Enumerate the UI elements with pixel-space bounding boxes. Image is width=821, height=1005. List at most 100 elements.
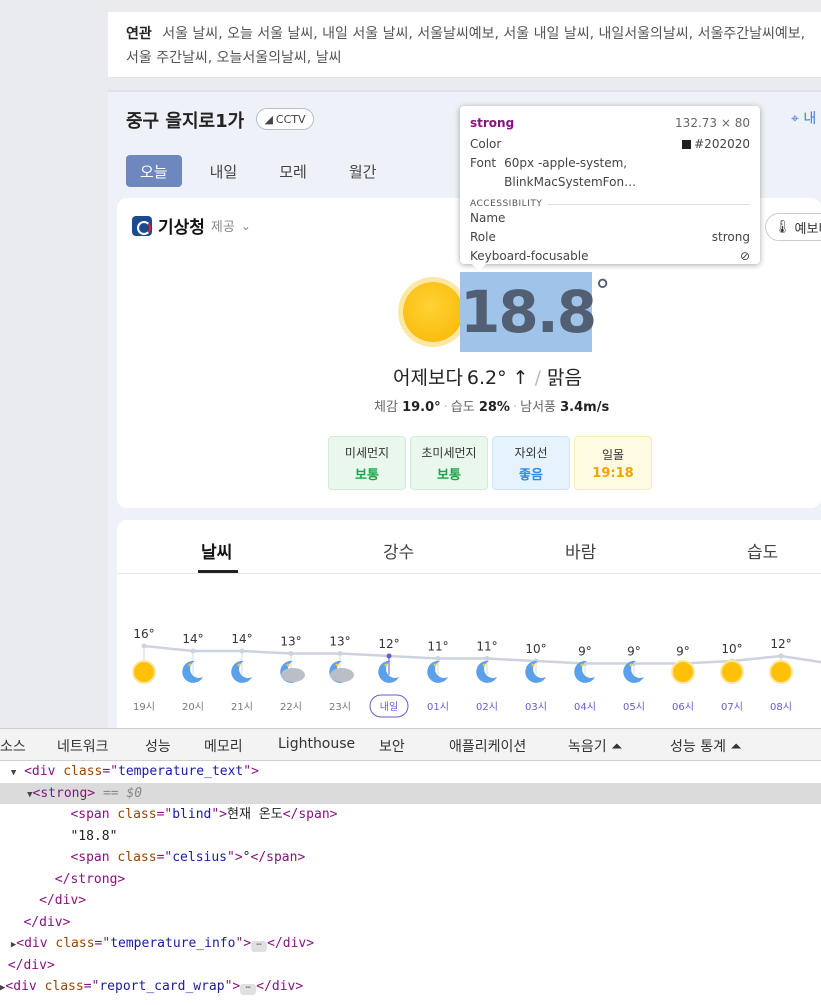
related-label: 연관 [126,26,152,42]
badge-value: 19:18 [592,465,634,481]
temperature-value: 18.8 [460,278,597,346]
hourly-tabs: 날씨 강수 바람 습도 [117,520,821,574]
tab-day-after[interactable]: 모레 [265,155,321,187]
agency-sub: 제공 [210,220,235,235]
tooltip-tag: strong [470,116,515,130]
tab-wind[interactable]: 바람 [565,538,596,563]
tab-tomorrow[interactable]: 내일 [196,155,252,187]
dom-node[interactable]: </div> [0,890,821,912]
temperature-label: 9° [578,645,592,659]
tooltip-name-label: Name [470,211,506,225]
wind-value: 3.4m/s [560,400,610,415]
elements-tree: ▼ <div class="temperature_text"> ▼<stron… [0,761,821,998]
tooltip-font-value: 60px -apple-system, BlinkMacSystemFon… [504,156,637,189]
temperature-point [239,648,245,654]
devtools-tabs: 소스 네트워크 성능 메모리 Lighthouse 보안 애플리케이션 녹음기 … [0,729,821,761]
tooltip-size: 132.73 × 80 [675,116,750,130]
temperature-point [386,653,392,659]
devtools-panel: 소스 네트워크 성능 메모리 Lighthouse 보안 애플리케이션 녹음기 … [0,728,821,1005]
active-tab-underline [198,570,238,573]
badge-value: 보통 [437,467,461,483]
related-links[interactable]: 서울 날씨, 오늘 서울 날씨, 내일 서울 날씨, 서울날씨예보, 서울 내일… [126,26,805,66]
hour-label: 07시 [721,701,743,713]
dom-node[interactable]: ▼ <div class="temperature_text"> [0,761,821,783]
cctv-button[interactable]: ◢ CCTV [256,108,314,130]
dom-node[interactable]: </div> [0,955,821,977]
badge-uv[interactable]: 자외선 좋음 [492,436,570,490]
current-location-button[interactable]: ⌖ 내 [791,108,816,128]
dom-node[interactable]: <span class="celsius">°</span> [0,847,821,869]
badge-value: 좋음 [519,467,543,483]
cctv-label: CCTV [275,112,306,126]
dom-node-selected[interactable]: ▼<strong> == $0 [0,782,821,804]
tab-today[interactable]: 오늘 [126,155,182,187]
dom-node[interactable]: "18.8" [0,826,821,848]
temperature-label: 12° [378,637,399,651]
badge-ultrafine-dust[interactable]: 초미세먼지 보통 [410,436,488,490]
current-location-label: 내 [803,111,817,127]
hour-label: 06시 [672,701,694,713]
tab-network[interactable]: 네트워크 [57,736,109,756]
tab-precipitation[interactable]: 강수 [383,538,414,563]
badge-fine-dust[interactable]: 미세먼지 보통 [328,436,406,490]
hour-label: 01시 [427,701,449,713]
tab-weather[interactable]: 날씨 [201,538,232,563]
sun-icon [132,660,156,684]
temperature-point [337,651,343,656]
tooltip-accessibility-label: ACCESSIBILITY [470,199,543,209]
kma-logo-icon [132,215,152,236]
temperature-label: 10° [525,642,546,656]
tab-memory[interactable]: 메모리 [204,736,243,756]
dom-node[interactable]: </div> [0,912,821,934]
chevron-down-icon: ⌄ [240,218,251,233]
compare-label: 어제보다 [393,367,463,389]
camera-icon: ◢ [264,112,273,126]
inspector-tooltip: strong 132.73 × 80 Color #202020 Font 60… [460,106,760,271]
sun-icon [720,660,744,684]
temperature-point [484,656,490,661]
temperature-label: 9° [627,645,641,659]
tab-humidity[interactable]: 습도 [747,538,778,563]
agency-selector[interactable]: 기상청 제공 ⌄ [132,213,251,238]
sunny-icon [403,282,463,342]
tab-recorder[interactable]: 녹음기 ⏶ [568,736,622,756]
hour-label: 내일 [380,701,398,713]
tab-lighthouse[interactable]: Lighthouse [278,736,355,752]
feels-label: 체감 [374,400,398,415]
thermometer-icon: 🌡 [774,219,791,235]
hour-label: 23시 [329,701,351,713]
hourly-forecast: 날씨 강수 바람 습도 16° 19시 14° 20시 14° 21시 13° 22시 13° 2… [117,520,821,730]
temperature-point [778,653,784,659]
crosshair-icon: ⌖ [791,111,799,127]
agency-name: 기상청 [158,218,205,238]
tab-monthly[interactable]: 월간 [335,155,391,187]
temperature-point [190,648,196,654]
degree-symbol: ° [595,274,610,309]
tab-security[interactable]: 보안 [379,736,405,756]
dom-node[interactable]: ▶<div class="temperature_info"> ⋯ </div> [0,933,821,955]
condition: 맑음 [547,367,582,389]
hour-label: 03시 [525,701,547,713]
sun-icon [671,660,695,684]
forecast-compare-button[interactable]: 🌡 예보비 [765,213,821,241]
temperature-label: 10° [721,642,742,656]
tab-performance-insights[interactable]: 성능 통계 ⏶ [670,736,742,756]
hour-label: 04시 [574,701,596,713]
sun-icon [769,660,793,684]
day-tabs: 오늘 내일 모레 월간 [126,155,404,187]
tooltip-font-label: Font [470,156,497,170]
compare-value: 6.2° ↑ [466,367,529,389]
temperature-compare: 어제보다 6.2° ↑ / 맑음 [393,367,582,389]
dom-node[interactable]: </strong> [0,869,821,891]
hour-label: 20시 [182,701,204,713]
tab-performance[interactable]: 성능 [145,736,171,756]
badge-sunset[interactable]: 일몰 19:18 [574,436,652,490]
temperature-label: 13° [329,635,350,649]
weather-details: 체감 19.0° · 습도 28% · 남서풍 3.4m/s [374,400,610,415]
temperature-point [288,651,294,656]
temperature-point [435,656,441,661]
tab-application[interactable]: 애플리케이션 [449,736,526,756]
tab-sources[interactable]: 소스 [0,736,26,756]
dom-node[interactable]: <span class="blind">현재 온도</span> [0,804,821,826]
dom-node[interactable]: ▶<div class="report_card_wrap"> ⋯ </div> [0,976,821,998]
